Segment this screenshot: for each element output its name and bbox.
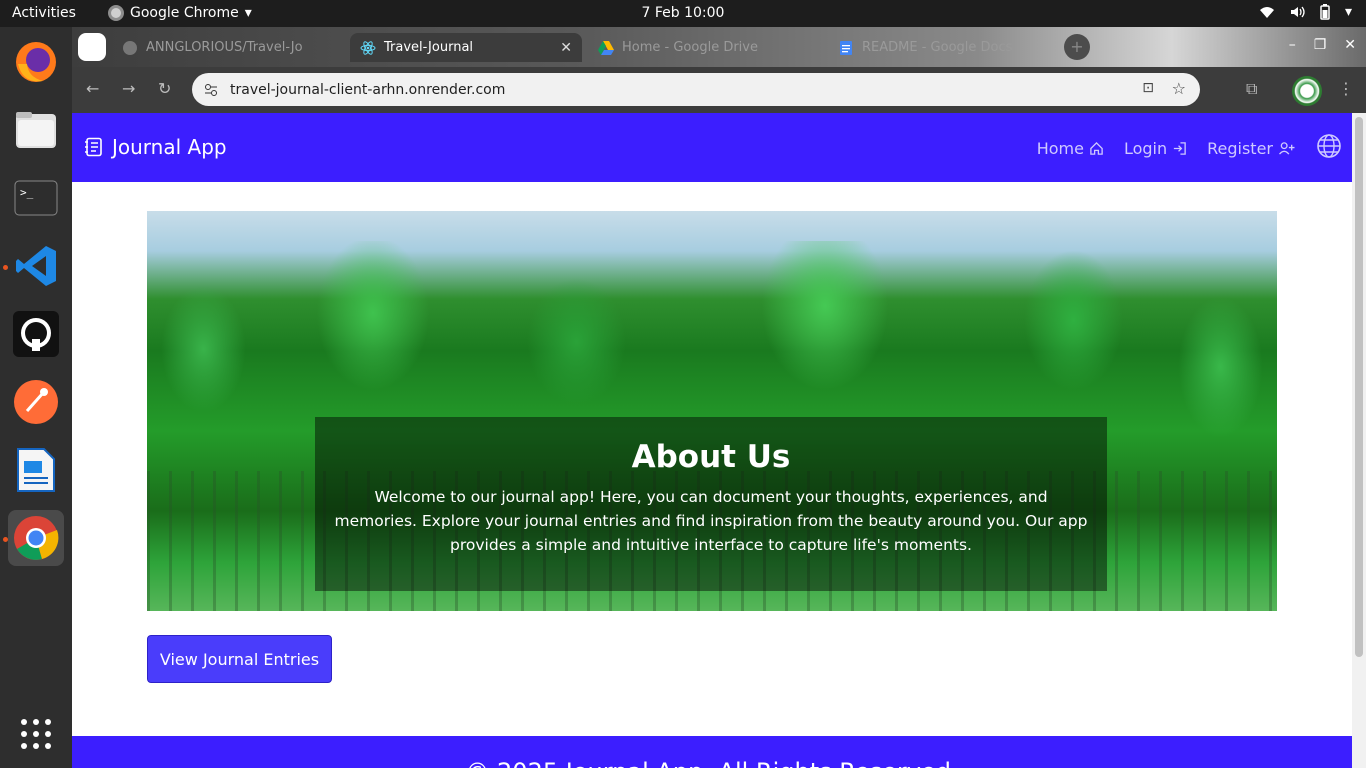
wifi-icon bbox=[1259, 7, 1274, 18]
url-text[interactable]: travel-journal-client-arhn.onrender.com bbox=[230, 82, 505, 98]
home-icon bbox=[1090, 141, 1103, 155]
close-tab-icon[interactable]: ✕ bbox=[560, 40, 572, 56]
tab-title: Home - Google Drive bbox=[622, 40, 758, 55]
browser-window: ANNGLORIOUS/Travel-Jo Travel-Journal ✕ H… bbox=[72, 27, 1366, 768]
view-journal-entries-button[interactable]: View Journal Entries bbox=[147, 635, 332, 683]
bookmark-star-icon[interactable]: ☆ bbox=[1172, 79, 1186, 98]
chrome-launcher[interactable] bbox=[8, 510, 64, 566]
reload-icon[interactable]: ↻ bbox=[158, 79, 171, 98]
caret-down-icon: ▾ bbox=[244, 5, 252, 21]
close-window-icon[interactable]: ✕ bbox=[1344, 37, 1356, 53]
tab-strip: ANNGLORIOUS/Travel-Jo Travel-Journal ✕ H… bbox=[72, 27, 1366, 67]
app-name: Google Chrome bbox=[130, 5, 239, 21]
extensions-icon[interactable]: ⧉ bbox=[1246, 79, 1257, 99]
github-favicon-icon bbox=[123, 40, 137, 55]
page-scrollbar[interactable] bbox=[1352, 113, 1366, 768]
navbar: Journal App Home Login Register bbox=[72, 113, 1352, 182]
about-hero: About Us Welcome to our journal app! Her… bbox=[147, 211, 1277, 611]
nav-login-link[interactable]: Login bbox=[1124, 139, 1187, 158]
maximize-icon[interactable]: ❐ bbox=[1314, 37, 1327, 53]
battery-icon bbox=[1320, 4, 1330, 20]
footer-text: © 2025 Journal App. All Rights Reserved. bbox=[465, 758, 958, 768]
chrome-mini-icon bbox=[108, 5, 124, 21]
nav-register-label: Register bbox=[1207, 138, 1273, 158]
google-docs-favicon-icon bbox=[840, 40, 852, 55]
window-controls: – ❐ ✕ bbox=[1289, 37, 1356, 53]
caret-down-icon: ▾ bbox=[1344, 4, 1352, 20]
files-launcher[interactable] bbox=[8, 102, 64, 158]
chrome-icon bbox=[14, 516, 59, 560]
install-app-icon[interactable]: ⊡ bbox=[1142, 80, 1154, 96]
about-overlay: About Us Welcome to our journal app! Her… bbox=[315, 417, 1107, 591]
browser-toolbar: ← → ↻ travel-journal-client-arhn.onrende… bbox=[72, 67, 1366, 113]
app-grid-icon bbox=[21, 719, 51, 749]
firefox-launcher[interactable] bbox=[8, 34, 64, 90]
web-page: Journal App Home Login Register About Us… bbox=[72, 113, 1352, 768]
forward-icon[interactable]: → bbox=[122, 79, 135, 98]
github-launcher[interactable] bbox=[8, 306, 64, 362]
app-menu[interactable]: Google Chrome ▾ bbox=[108, 5, 252, 21]
volume-icon bbox=[1290, 6, 1305, 18]
nav-home-label: Home bbox=[1036, 138, 1084, 158]
google-drive-favicon-icon bbox=[598, 40, 614, 55]
chrome-menu-icon[interactable]: ⋮ bbox=[1338, 79, 1354, 98]
system-tray[interactable]: ▾ bbox=[1259, 4, 1352, 20]
footer: © 2025 Journal App. All Rights Reserved. bbox=[72, 736, 1352, 768]
tab-travel-journal[interactable]: Travel-Journal ✕ bbox=[350, 33, 582, 62]
postman-launcher[interactable] bbox=[8, 374, 64, 430]
add-user-icon bbox=[1278, 141, 1295, 155]
tab-search-button[interactable] bbox=[78, 33, 106, 61]
system-top-bar: Activities Google Chrome ▾ 7 Feb 10:00 ▾ bbox=[0, 0, 1366, 27]
nav-home-link[interactable]: Home bbox=[1037, 139, 1104, 158]
vscode-launcher[interactable] bbox=[8, 238, 64, 294]
profile-avatar[interactable] bbox=[1292, 76, 1322, 106]
brand-name: Journal App bbox=[112, 135, 227, 159]
tab-title: Travel-Journal bbox=[384, 40, 474, 55]
about-text: Welcome to our journal app! Here, you ca… bbox=[334, 488, 1088, 554]
back-icon[interactable]: ← bbox=[86, 79, 99, 98]
tab-title: README - Google Docs bbox=[862, 40, 1013, 55]
language-globe-icon[interactable] bbox=[1316, 133, 1342, 163]
nav-links: Home Login Register bbox=[1037, 133, 1342, 163]
github-icon bbox=[13, 311, 59, 357]
tab-github[interactable]: ANNGLORIOUS/Travel-Jo bbox=[112, 33, 346, 62]
tab-google-docs[interactable]: README - Google Docs bbox=[828, 33, 1058, 62]
document-viewer-launcher[interactable] bbox=[8, 442, 64, 498]
login-icon bbox=[1174, 141, 1186, 155]
brand-link[interactable]: Journal App bbox=[84, 135, 227, 159]
firefox-icon bbox=[16, 42, 56, 82]
activities-button[interactable]: Activities bbox=[12, 5, 76, 21]
show-apps-button[interactable] bbox=[8, 706, 64, 762]
new-tab-button[interactable]: + bbox=[1064, 34, 1090, 60]
journal-icon bbox=[85, 137, 102, 157]
terminal-launcher[interactable]: >_ bbox=[8, 170, 64, 226]
tab-google-drive[interactable]: Home - Google Drive bbox=[588, 33, 822, 62]
address-bar[interactable]: travel-journal-client-arhn.onrender.com … bbox=[192, 73, 1200, 106]
postman-icon bbox=[14, 380, 58, 424]
nav-login-label: Login bbox=[1123, 138, 1168, 158]
files-icon bbox=[16, 112, 56, 148]
dock: >_ bbox=[0, 27, 72, 768]
nav-register-link[interactable]: Register bbox=[1207, 139, 1296, 158]
react-favicon-icon bbox=[360, 40, 376, 55]
document-viewer-icon bbox=[17, 448, 55, 492]
terminal-icon: >_ bbox=[14, 180, 58, 216]
svg-text:>_: >_ bbox=[20, 186, 34, 199]
site-info-icon[interactable] bbox=[204, 83, 218, 97]
scrollbar-thumb[interactable] bbox=[1355, 117, 1363, 657]
about-title: About Us bbox=[631, 439, 791, 475]
vscode-icon bbox=[16, 246, 56, 286]
minimize-icon[interactable]: – bbox=[1289, 37, 1296, 53]
tab-title: ANNGLORIOUS/Travel-Jo bbox=[146, 40, 303, 55]
